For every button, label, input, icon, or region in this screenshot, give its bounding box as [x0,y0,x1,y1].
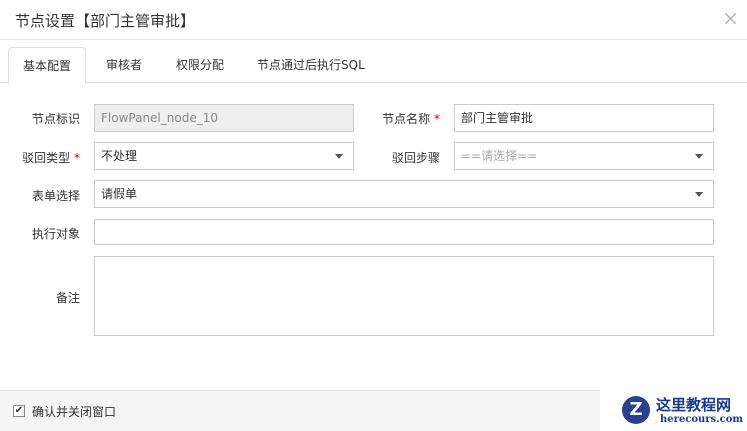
watermark-cn: 这里教程网 [656,396,732,414]
logo-z-icon: Z [622,396,650,424]
watermark-en: herecours.com [660,414,744,425]
required-mark: * [434,112,440,126]
chevron-down-icon [695,154,703,159]
exec-target-input[interactable] [94,219,714,245]
reject-type-select[interactable]: 不处理 [94,142,354,170]
node-id-label: 节点标识 [31,112,80,126]
select-value: 请假单 [101,187,138,201]
dialog-header: 节点设置【部门主管审批】 × [0,0,747,40]
form-select-label: 表单选择 [31,189,80,203]
tab-permissions[interactable]: 权限分配 [162,47,238,83]
chevron-down-icon [335,154,343,159]
close-icon[interactable]: × [722,6,739,30]
confirm-close-checkbox[interactable]: ✔ [13,405,25,417]
node-name-input[interactable]: 部门主管审批 [454,104,714,132]
reject-step-select[interactable]: ==请选择== [454,142,714,170]
remark-label: 备注 [55,291,80,305]
node-id-input[interactable]: FlowPanel_node_10 [94,104,354,132]
confirm-close-label[interactable]: 确认并关闭窗口 [32,403,116,420]
label-text: 驳回类型 [22,151,71,165]
select-value: 不处理 [101,149,138,163]
tab-post-sql[interactable]: 节点通过后执行SQL [243,47,379,83]
tab-basic-config[interactable]: 基本配置 [8,47,87,84]
form-select[interactable]: 请假单 [94,180,714,208]
watermark-logo: Z 这里教程网 herecours.com [600,388,747,431]
dialog-title: 节点设置【部门主管审批】 [15,12,196,30]
exec-target-label: 执行对象 [31,227,80,241]
chevron-down-icon [695,192,703,197]
select-placeholder: ==请选择== [461,149,538,163]
reject-type-label: 驳回类型 * [0,149,80,166]
reject-step-label: 驳回步骤 [391,151,440,165]
tab-bar: 基本配置 审核者 权限分配 节点通过后执行SQL [0,47,747,84]
tab-reviewers[interactable]: 审核者 [92,47,156,83]
node-name-label: 节点名称 * [360,110,440,127]
label-text: 节点名称 [382,112,431,126]
required-mark: * [74,151,80,165]
remark-textarea[interactable] [94,256,714,336]
